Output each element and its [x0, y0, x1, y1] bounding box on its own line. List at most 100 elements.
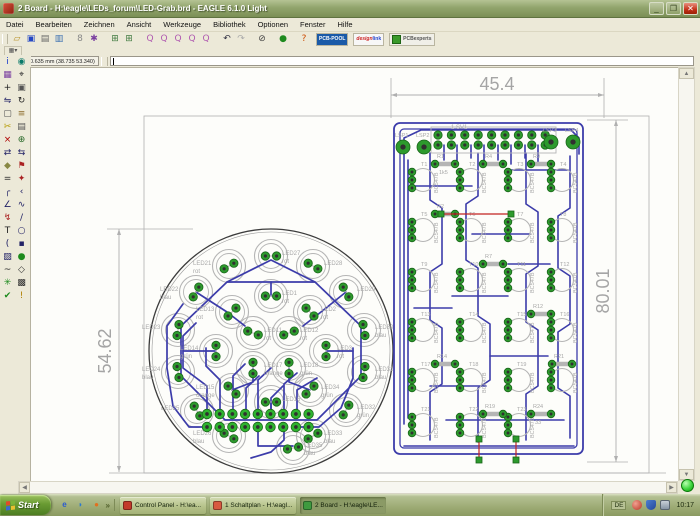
use-button[interactable]: 8 — [73, 33, 87, 46]
tray-display-icon[interactable] — [660, 500, 670, 510]
grid-button[interactable]: ▦▾ — [4, 46, 22, 56]
minimize-button[interactable]: _ — [649, 2, 664, 15]
menu-werkzeuge[interactable]: Werkzeuge — [157, 20, 207, 29]
menu-optionen[interactable]: Optionen — [252, 20, 294, 29]
via-tool[interactable]: ● — [15, 251, 28, 263]
svg-text:LED33: LED33 — [324, 431, 343, 437]
menu-datei[interactable]: Datei — [0, 20, 30, 29]
text-tool[interactable]: T — [1, 225, 14, 237]
optimize-tool[interactable]: ∠ — [1, 199, 14, 211]
scroll-right-arrow[interactable]: ▶ — [666, 482, 677, 493]
svg-text:LED34: LED34 — [321, 385, 340, 391]
paste-tool[interactable]: ▤ — [15, 121, 28, 133]
task-button[interactable]: 2 Board - H:\eagle\LE... — [300, 497, 386, 514]
tray-audio-icon[interactable] — [632, 500, 642, 510]
auto-tool[interactable]: ▩ — [15, 277, 28, 289]
cut-tool[interactable]: ✂ — [1, 121, 14, 133]
mark-tool[interactable]: ⌖ — [15, 69, 28, 81]
drc-tool[interactable]: ✔ — [1, 290, 14, 302]
vertical-scrollbar[interactable]: ▲ ▼ — [678, 67, 695, 481]
menu-zeichnen[interactable]: Zeichnen — [78, 20, 121, 29]
command-handle[interactable] — [101, 57, 108, 66]
arc-tool[interactable]: ( — [1, 238, 14, 250]
start-button[interactable]: Start — [0, 495, 51, 515]
quicklaunch-firefox[interactable]: ● — [91, 499, 103, 511]
svg-text:R19: R19 — [485, 404, 495, 410]
mirror-tool[interactable]: ⇋ — [1, 95, 14, 107]
horizontal-scrollbar[interactable]: ◀ ▶ — [18, 481, 678, 494]
command-input[interactable] — [110, 56, 694, 66]
print-button[interactable]: ▤ — [38, 33, 52, 46]
menu-bibliothek[interactable]: Bibliothek — [207, 20, 252, 29]
rect-tool[interactable]: ▪ — [15, 238, 28, 250]
task-button[interactable]: Control Panel - H:\ea... — [120, 497, 206, 514]
go-button[interactable]: ● — [276, 33, 290, 46]
task-button[interactable]: 1 Schaltplan - H:\eagl... — [210, 497, 296, 514]
zoom-fit-button[interactable]: Q — [143, 33, 157, 46]
quick-launch-chevron[interactable]: » — [106, 501, 110, 510]
undo-button[interactable]: ↶ — [220, 33, 234, 46]
group-tool[interactable]: ▢ — [1, 108, 14, 120]
menu-bearbeiten[interactable]: Bearbeiten — [30, 20, 78, 29]
errors-tool[interactable]: ! — [15, 290, 28, 302]
add-tool[interactable]: ⊕ — [15, 134, 28, 146]
ripup-tool[interactable]: ↯ — [1, 212, 14, 224]
open-schematic-button[interactable]: ⊞ — [108, 33, 122, 46]
value-tool[interactable]: = — [1, 173, 14, 185]
svg-text:T6: T6 — [469, 212, 475, 218]
pcb-pool-banner[interactable]: PCB-POOL — [316, 33, 348, 46]
info-tool[interactable]: i — [1, 56, 14, 68]
language-indicator[interactable]: DE — [611, 501, 626, 510]
menu-fenster[interactable]: Fenster — [294, 20, 331, 29]
replace-tool[interactable]: ⇆ — [15, 147, 28, 159]
board-canvas[interactable]: 45.480.0154.62LED27rotLED28LED29LED30bla… — [30, 67, 678, 481]
miter-tool[interactable]: ╭ — [1, 186, 14, 198]
move-tool[interactable]: + — [1, 82, 14, 94]
zoom-redraw-button[interactable]: Q — [185, 33, 199, 46]
scroll-left-arrow[interactable]: ◀ — [19, 482, 30, 493]
signal-tool[interactable]: ~ — [1, 264, 14, 276]
hole-tool[interactable]: ◇ — [15, 264, 28, 276]
redo-button[interactable]: ↷ — [234, 33, 248, 46]
circle-tool[interactable]: ○ — [15, 225, 28, 237]
display-tool[interactable]: ▦ — [1, 69, 14, 81]
quicklaunch-ie[interactable]: e — [59, 499, 71, 511]
design-link-banner[interactable]: designlink — [353, 33, 384, 46]
name-tool[interactable]: ⚑ — [15, 160, 28, 172]
run-ulp-button[interactable]: ✱ — [87, 33, 101, 46]
split-tool[interactable]: ‹ — [15, 186, 28, 198]
smash-tool[interactable]: ✦ — [15, 173, 28, 185]
rotate-tool[interactable]: ↻ — [15, 95, 28, 107]
copy-tool[interactable]: ▣ — [15, 82, 28, 94]
zoom-out-button[interactable]: Q — [171, 33, 185, 46]
help-button[interactable]: ? — [297, 33, 311, 46]
polygon-tool[interactable]: ▨ — [1, 251, 14, 263]
pcb-experts-banner[interactable]: PCBexperts — [389, 33, 434, 46]
maximize-button[interactable]: ❐ — [666, 2, 681, 15]
close-button[interactable]: ✕ — [683, 2, 698, 15]
ratsnest-tool[interactable]: ✳ — [1, 277, 14, 289]
toolbar-handle[interactable] — [2, 34, 8, 44]
route-tool[interactable]: ∿ — [15, 199, 28, 211]
wire-tool[interactable]: / — [15, 212, 28, 224]
open-button[interactable]: ▱ — [10, 33, 24, 46]
scroll-up-arrow[interactable]: ▲ — [679, 68, 694, 79]
zoom-select-button[interactable]: Q — [199, 33, 213, 46]
quicklaunch-messenger[interactable]: ◗ — [75, 499, 87, 511]
pinswap-tool[interactable]: ⇄ — [1, 147, 14, 159]
tray-security-icon[interactable] — [646, 500, 656, 510]
menu-ansicht[interactable]: Ansicht — [121, 20, 158, 29]
svg-text:54.62: 54.62 — [95, 328, 115, 373]
save-button[interactable]: ▣ — [24, 33, 38, 46]
change-tool[interactable]: ≡ — [15, 108, 28, 120]
stop-button[interactable]: ⊘ — [255, 33, 269, 46]
lock-tool[interactable]: ◆ — [1, 160, 14, 172]
svg-text:T11: T11 — [517, 262, 526, 268]
open-board-button[interactable]: ⊞ — [122, 33, 136, 46]
cam-button[interactable]: ▥ — [52, 33, 66, 46]
svg-text:grün: grün — [300, 371, 312, 377]
zoom-in-button[interactable]: Q — [157, 33, 171, 46]
menu-hilfe[interactable]: Hilfe — [331, 20, 358, 29]
delete-tool[interactable]: × — [1, 134, 14, 146]
show-tool[interactable]: ◉ — [15, 56, 28, 68]
